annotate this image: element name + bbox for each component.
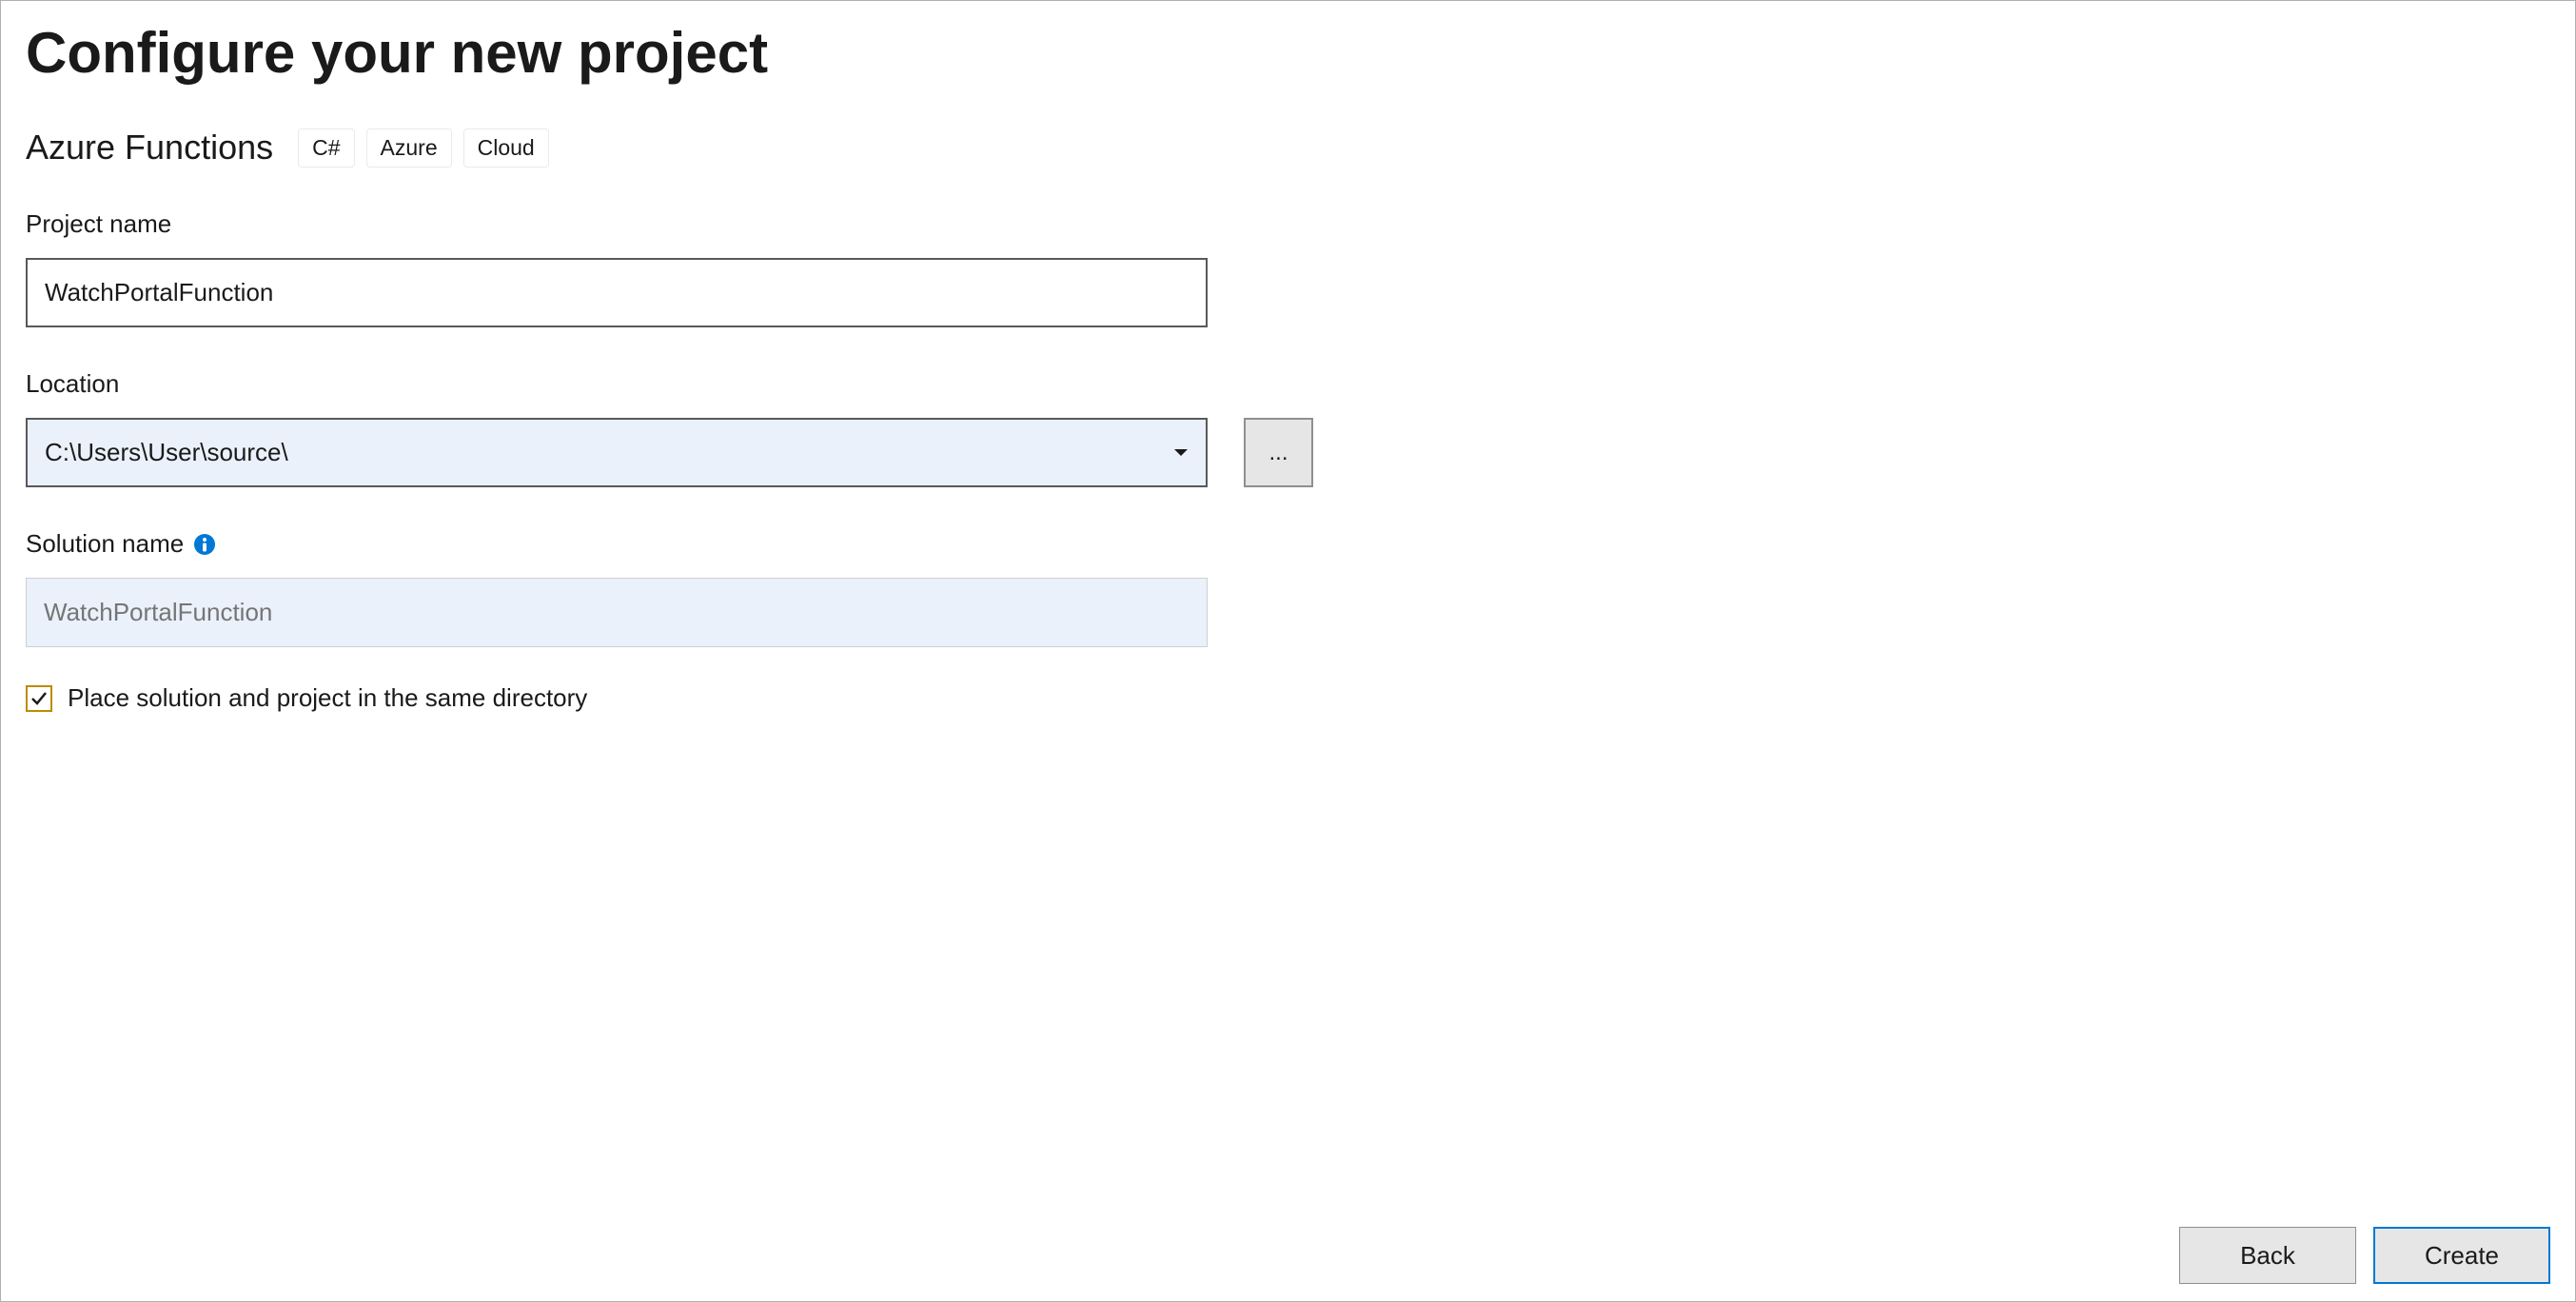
configure-project-dialog: Configure your new project Azure Functio… — [0, 0, 2576, 1302]
tag-csharp: C# — [298, 128, 354, 168]
project-type-subtitle: Azure Functions — [26, 128, 273, 168]
solution-name-input — [26, 578, 1208, 647]
button-bar: Back Create — [2179, 1227, 2550, 1284]
tag-azure: Azure — [366, 128, 452, 168]
same-directory-checkbox-row: Place solution and project in the same d… — [26, 683, 2550, 713]
info-icon[interactable] — [193, 533, 216, 556]
tag-cloud: Cloud — [463, 128, 549, 168]
browse-button[interactable]: ... — [1244, 418, 1313, 487]
solution-name-label: Solution name — [26, 529, 2550, 559]
solution-name-field-group: Solution name — [26, 529, 2550, 647]
location-field-group: Location ... — [26, 369, 2550, 487]
same-directory-checkbox[interactable] — [26, 685, 52, 712]
location-input[interactable] — [26, 418, 1208, 487]
page-title: Configure your new project — [26, 20, 2550, 86]
back-button[interactable]: Back — [2179, 1227, 2356, 1284]
project-name-label: Project name — [26, 209, 2550, 239]
checkmark-icon — [29, 689, 49, 708]
location-label: Location — [26, 369, 2550, 399]
same-directory-label: Place solution and project in the same d… — [68, 683, 587, 713]
subtitle-row: Azure Functions C# Azure Cloud — [26, 128, 2550, 168]
project-name-input[interactable] — [26, 258, 1208, 327]
create-button[interactable]: Create — [2373, 1227, 2550, 1284]
project-name-field-group: Project name — [26, 209, 2550, 327]
solution-name-label-text: Solution name — [26, 529, 184, 559]
config-form: Project name Location ... Solution name — [26, 209, 2550, 713]
tag-list: C# Azure Cloud — [298, 128, 549, 168]
